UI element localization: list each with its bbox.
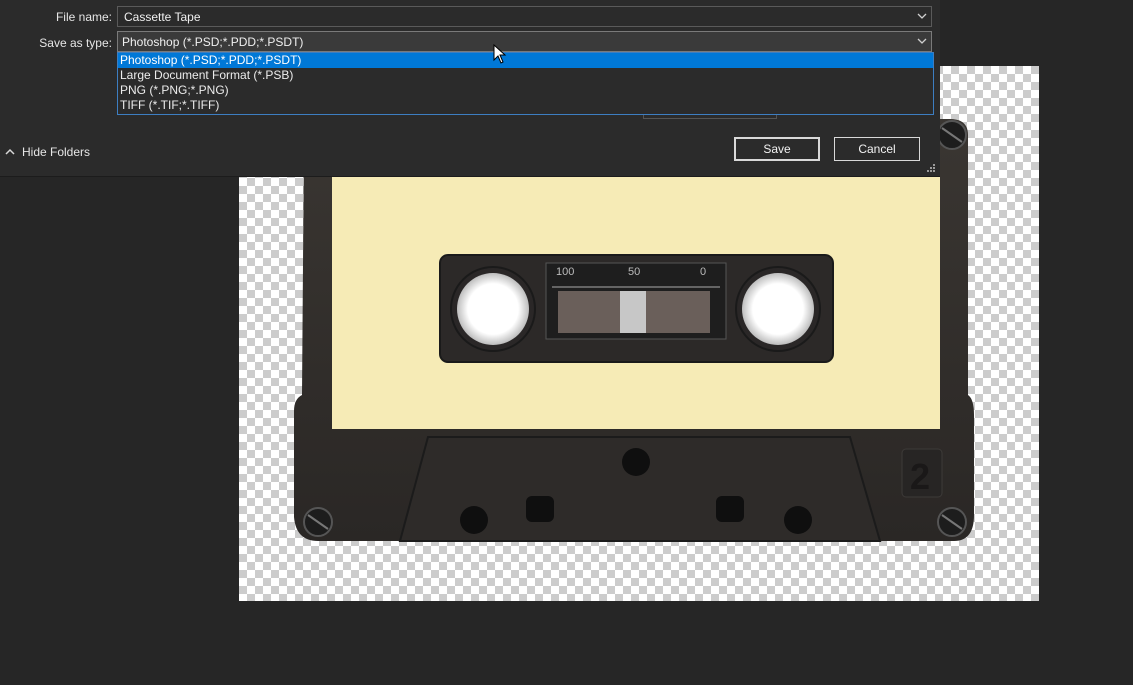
cassette-side-label: 2: [910, 456, 930, 497]
chevron-down-icon[interactable]: [917, 36, 927, 46]
type-option-tiff[interactable]: TIFF (*.TIF;*.TIFF): [118, 98, 933, 113]
file-name-value: Cassette Tape: [124, 10, 201, 24]
chevron-up-icon: [5, 148, 15, 155]
save-as-type-select[interactable]: Photoshop (*.PSD;*.PDD;*.PSDT): [117, 31, 932, 52]
cassette-scale-0: 0: [700, 266, 706, 278]
type-option-psd[interactable]: Photoshop (*.PSD;*.PDD;*.PSDT): [118, 53, 933, 68]
hide-folders-label: Hide Folders: [22, 145, 91, 159]
type-option-psb[interactable]: Large Document Format (*.PSB): [118, 68, 933, 83]
resize-grip-icon[interactable]: [926, 163, 936, 173]
save-as-type-dropdown: Photoshop (*.PSD;*.PDD;*.PSDT) Large Doc…: [117, 52, 934, 115]
type-option-png[interactable]: PNG (*.PNG;*.PNG): [118, 83, 933, 98]
hidden-control-edge: [643, 115, 777, 119]
cancel-button[interactable]: Cancel: [834, 137, 920, 161]
chevron-down-icon[interactable]: [917, 11, 927, 21]
hide-folders-toggle[interactable]: Hide Folders: [4, 145, 90, 159]
save-as-dialog: File name: Cassette Tape Save as type: P…: [0, 0, 940, 177]
save-button[interactable]: Save: [734, 137, 820, 161]
save-as-type-label: Save as type:: [39, 36, 112, 50]
mouse-pointer-icon: [493, 44, 507, 64]
cassette-scale-100: 100: [556, 266, 574, 278]
save-as-type-value: Photoshop (*.PSD;*.PDD;*.PSDT): [122, 35, 304, 49]
file-name-label: File name:: [55, 10, 112, 24]
cassette-scale-50: 50: [628, 266, 640, 278]
cassette-tape-image: 100 50 0 2: [294, 119, 974, 542]
file-name-input[interactable]: Cassette Tape: [117, 6, 932, 27]
